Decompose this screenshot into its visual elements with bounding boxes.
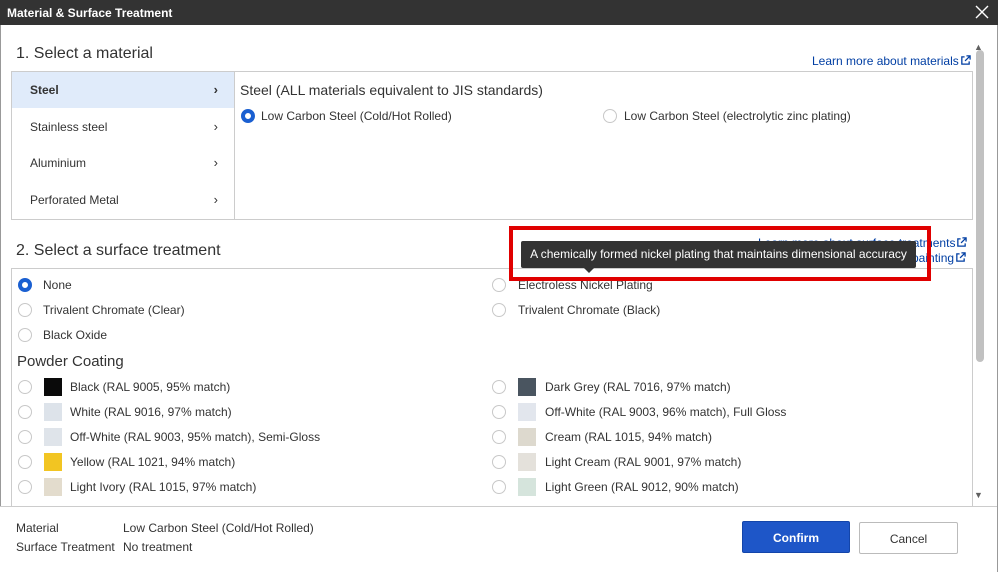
option-none-label[interactable]: None xyxy=(43,278,72,292)
radio-none[interactable] xyxy=(18,278,32,292)
radio-powder-offwhite-semi[interactable] xyxy=(18,430,32,444)
scroll-down-icon[interactable]: ▼ xyxy=(974,490,983,500)
radio-powder-cream[interactable] xyxy=(492,430,506,444)
footer-surface-label: Surface Treatment xyxy=(16,540,115,554)
powder-offwhite-full-label[interactable]: Off-White (RAL 9003, 96% match), Full Gl… xyxy=(545,405,786,419)
material-group-title: Steel (ALL materials equivalent to JIS s… xyxy=(240,82,543,98)
color-swatch xyxy=(518,428,536,446)
color-swatch xyxy=(44,378,62,396)
category-divider xyxy=(234,72,235,219)
chevron-right-icon: › xyxy=(213,155,218,170)
color-swatch xyxy=(518,478,536,496)
radio-powder-light-ivory[interactable] xyxy=(18,480,32,494)
footer-material-value: Low Carbon Steel (Cold/Hot Rolled) xyxy=(123,521,314,535)
color-swatch xyxy=(44,453,62,471)
dialog-titlebar: Material & Surface Treatment xyxy=(0,0,998,25)
chevron-right-icon: › xyxy=(213,119,218,134)
external-link-icon xyxy=(957,237,968,247)
scrollbar[interactable]: ▲ ▼ xyxy=(972,42,986,504)
powder-offwhite-semi-label[interactable]: Off-White (RAL 9003, 95% match), Semi-Gl… xyxy=(70,430,320,444)
radio-powder-dark-grey[interactable] xyxy=(492,380,506,394)
powder-light-green-label[interactable]: Light Green (RAL 9012, 90% match) xyxy=(545,480,739,494)
radio-powder-yellow[interactable] xyxy=(18,455,32,469)
category-aluminium[interactable]: Aluminium › xyxy=(12,145,234,181)
radio-trivalent-clear[interactable] xyxy=(18,303,32,317)
material-heading: 1. Select a material xyxy=(16,45,153,62)
color-swatch xyxy=(518,453,536,471)
powder-coating-heading: Powder Coating xyxy=(17,353,124,370)
external-link-icon xyxy=(956,252,966,262)
color-swatch xyxy=(44,428,62,446)
radio-low-carbon-steel-zinc[interactable] xyxy=(603,109,617,123)
radio-powder-light-green[interactable] xyxy=(492,480,506,494)
dialog-title: Material & Surface Treatment xyxy=(7,6,173,20)
footer-surface-value: No treatment xyxy=(123,540,193,554)
scrollbar-thumb[interactable] xyxy=(976,50,984,362)
powder-dark-grey-label[interactable]: Dark Grey (RAL 7016, 97% match) xyxy=(545,380,731,394)
footer-material-label: Material xyxy=(16,521,59,535)
radio-powder-white[interactable] xyxy=(18,405,32,419)
option-trivalent-black-label[interactable]: Trivalent Chromate (Black) xyxy=(518,303,660,317)
powder-white-label[interactable]: White (RAL 9016, 97% match) xyxy=(70,405,232,419)
radio-low-carbon-steel[interactable] xyxy=(241,109,255,123)
surface-heading: 2. Select a surface treatment xyxy=(16,242,221,259)
option-trivalent-clear-label[interactable]: Trivalent Chromate (Clear) xyxy=(43,303,185,317)
footer: Material Low Carbon Steel (Cold/Hot Roll… xyxy=(0,506,997,572)
learn-more-materials-link[interactable]: Learn more about materials xyxy=(812,54,971,68)
category-stainless-steel[interactable]: Stainless steel › xyxy=(12,109,234,145)
confirm-button[interactable]: Confirm xyxy=(742,521,850,553)
powder-cream-label[interactable]: Cream (RAL 1015, 94% match) xyxy=(545,430,712,444)
radio-powder-black[interactable] xyxy=(18,380,32,394)
chevron-right-icon: › xyxy=(213,82,218,97)
powder-light-ivory-label[interactable]: Light Ivory (RAL 1015, 97% match) xyxy=(70,480,256,494)
external-link-icon xyxy=(960,55,971,65)
option-low-carbon-steel-zinc-label[interactable]: Low Carbon Steel (electrolytic zinc plat… xyxy=(624,109,851,123)
close-icon[interactable] xyxy=(972,2,992,22)
category-perforated-metal[interactable]: Perforated Metal › xyxy=(12,182,234,218)
powder-yellow-label[interactable]: Yellow (RAL 1021, 94% match) xyxy=(70,455,235,469)
option-low-carbon-steel-label[interactable]: Low Carbon Steel (Cold/Hot Rolled) xyxy=(261,109,452,123)
color-swatch xyxy=(518,403,536,421)
radio-powder-offwhite-full[interactable] xyxy=(492,405,506,419)
powder-black-label[interactable]: Black (RAL 9005, 95% match) xyxy=(70,380,230,394)
powder-light-cream-label[interactable]: Light Cream (RAL 9001, 97% match) xyxy=(545,455,741,469)
cancel-button[interactable]: Cancel xyxy=(859,522,958,554)
material-panel: Steel › Stainless steel › Aluminium › Perfo… xyxy=(11,71,973,220)
radio-electroless-nickel[interactable] xyxy=(492,278,506,292)
color-swatch xyxy=(44,403,62,421)
radio-trivalent-black[interactable] xyxy=(492,303,506,317)
category-steel[interactable]: Steel › xyxy=(12,72,234,108)
option-black-oxide-label[interactable]: Black Oxide xyxy=(43,328,107,342)
radio-black-oxide[interactable] xyxy=(18,328,32,342)
chevron-right-icon: › xyxy=(213,192,218,207)
surface-panel: None Electroless Nickel Plating Trivalen… xyxy=(11,268,973,506)
highlight-box xyxy=(509,226,931,281)
color-swatch xyxy=(44,478,62,496)
radio-powder-light-cream[interactable] xyxy=(492,455,506,469)
color-swatch xyxy=(518,378,536,396)
